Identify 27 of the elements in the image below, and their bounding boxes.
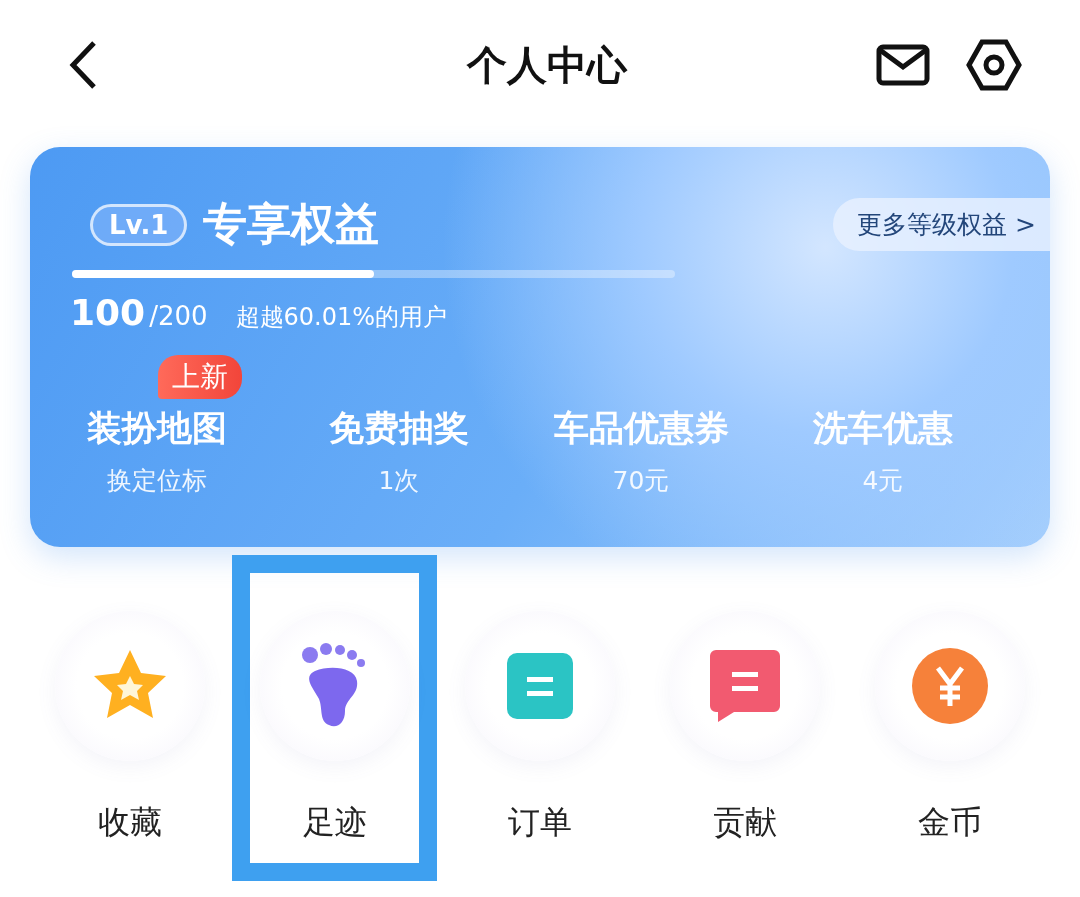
points-total: /200 [149,301,208,331]
benefit-subtitle: 70元 [612,465,670,497]
shortcut-label: 订单 [507,802,572,843]
points-value: 100 [70,292,146,333]
benefit-subtitle: 换定位标 [107,465,207,497]
shortcut-label: 金币 [917,802,982,843]
benefit-title[interactable]: 车品优惠券 [553,405,729,452]
more-benefits-link[interactable]: 更多等级权益 > [833,198,1050,251]
rank-text: 超越60.01%的用户 [235,302,448,333]
back-icon [68,40,98,90]
level-badge: Lv.1 [90,203,188,246]
page-title: 个人中心 [465,40,629,90]
message-icon [707,648,782,724]
benefit-title[interactable]: 装扮地图 [87,405,227,452]
benefit-subtitle: 1次 [378,465,420,497]
benefit-title[interactable]: 免费抽奖 [329,405,469,452]
new-tag: 上新 [158,355,242,399]
shortcut-label: 贡献 [712,802,777,843]
shortcut-label: 足迹 [302,802,367,843]
benefit-title[interactable]: 洗车优惠 [813,405,953,452]
card-title: 专享权益 [203,197,381,251]
mail-icon [876,44,930,86]
coin-icon [909,646,990,726]
shortcut-label: 收藏 [97,802,162,843]
benefit-subtitle: 4元 [862,465,904,497]
settings-icon [966,39,1022,91]
document-icon [504,651,575,721]
